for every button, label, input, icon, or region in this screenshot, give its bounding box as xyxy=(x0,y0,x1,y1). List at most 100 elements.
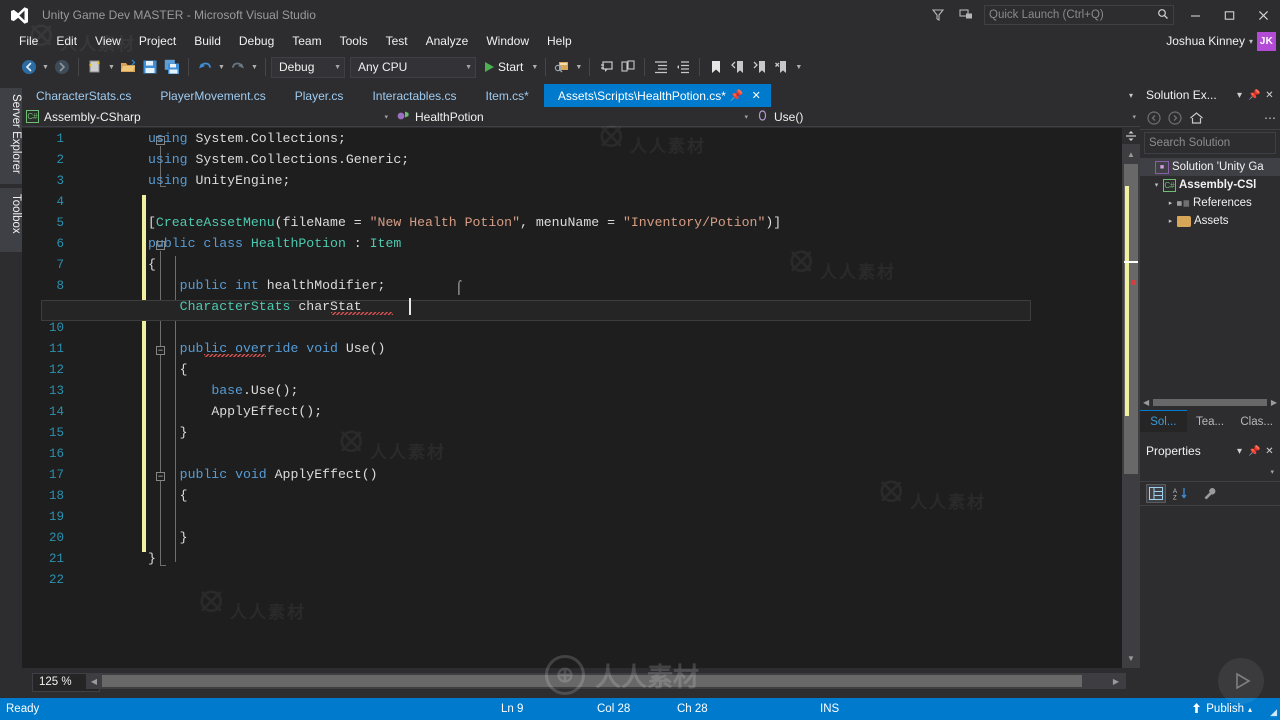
next-bookmark-icon[interactable] xyxy=(749,55,771,79)
increase-indent-icon[interactable] xyxy=(650,55,672,79)
menu-item-analyze[interactable]: Analyze xyxy=(417,32,478,50)
redo-icon[interactable] xyxy=(227,55,249,79)
menu-item-edit[interactable]: Edit xyxy=(47,32,86,50)
scroll-right-arrow[interactable]: ▶ xyxy=(1271,398,1277,407)
tab-playermovement[interactable]: PlayerMovement.cs xyxy=(146,84,281,107)
undo-caret[interactable]: ▼ xyxy=(216,55,227,79)
close-tab-icon[interactable]: ✕ xyxy=(748,89,765,102)
editor-horizontal-scrollbar[interactable]: ◀ ▶ xyxy=(86,673,1126,689)
back-icon[interactable] xyxy=(1144,108,1164,128)
toolbar-overflow-icon[interactable]: ▼ xyxy=(793,55,804,79)
minimize-icon[interactable] xyxy=(1178,0,1212,30)
start-caret[interactable]: ▼ xyxy=(529,55,540,79)
chevron-down-icon[interactable]: ▾ xyxy=(1124,113,1136,121)
uncomment-selection-icon[interactable] xyxy=(617,55,639,79)
toggle-bookmark-icon[interactable] xyxy=(705,55,727,79)
breadcrumb-project[interactable]: C# Assembly-CSharp ▾ xyxy=(22,107,392,127)
comment-selection-icon[interactable] xyxy=(595,55,617,79)
alphabetical-sort-icon[interactable]: AZ xyxy=(1170,484,1190,503)
solution-tree[interactable]: ■ Solution 'Unity Ga ▾ C# Assembly-CSl ▸… xyxy=(1140,156,1280,230)
new-project-icon[interactable] xyxy=(84,55,106,79)
redo-caret[interactable]: ▼ xyxy=(249,55,260,79)
menu-item-window[interactable]: Window xyxy=(477,32,538,50)
menu-item-project[interactable]: Project xyxy=(130,32,185,50)
sidebar-tab-toolbox[interactable]: Toolbox xyxy=(0,188,22,252)
notifications-icon[interactable] xyxy=(952,0,980,30)
breadcrumb-type[interactable]: HealthPotion ▾ xyxy=(392,107,752,127)
menu-item-help[interactable]: Help xyxy=(538,32,581,50)
chevron-down-icon[interactable]: ▾ xyxy=(1232,86,1247,104)
menu-item-tools[interactable]: Tools xyxy=(331,32,377,50)
tree-item-project[interactable]: ▾ C# Assembly-CSl xyxy=(1140,176,1280,194)
code-text-area[interactable]: using System.Collections; using System.C… xyxy=(148,128,1140,668)
tree-expander[interactable]: ▸ xyxy=(1164,199,1177,207)
save-all-icon[interactable] xyxy=(161,55,183,79)
categorized-view-icon[interactable] xyxy=(1146,484,1166,503)
menu-item-test[interactable]: Test xyxy=(377,32,417,50)
tree-item-references[interactable]: ▸ References xyxy=(1140,194,1280,212)
save-icon[interactable] xyxy=(139,55,161,79)
decrease-indent-icon[interactable] xyxy=(672,55,694,79)
scroll-up-arrow[interactable]: ▲ xyxy=(1122,146,1140,162)
scroll-right-arrow[interactable]: ▶ xyxy=(1108,673,1124,689)
tree-expander[interactable]: ▾ xyxy=(1150,181,1163,189)
panel-tab-class-view[interactable]: Clas... xyxy=(1233,410,1280,432)
panel-tab-scroll-thumb[interactable] xyxy=(1153,398,1267,406)
close-icon[interactable] xyxy=(1246,0,1280,30)
solution-search-box[interactable]: ▼ xyxy=(1144,132,1280,154)
pin-icon[interactable]: 📌 xyxy=(1247,442,1262,460)
chevron-down-icon[interactable]: ▾ xyxy=(1270,468,1274,476)
menu-item-build[interactable]: Build xyxy=(185,32,230,50)
solution-configuration-dropdown[interactable]: Debug ▼ xyxy=(271,56,345,78)
tab-healthpotion[interactable]: Assets\Scripts\HealthPotion.cs* 📌 ✕ xyxy=(543,84,772,107)
resize-grip[interactable]: ◢ xyxy=(1270,707,1277,718)
navigate-back-caret[interactable]: ▼ xyxy=(40,55,51,79)
search-input[interactable] xyxy=(1149,137,1280,149)
tree-item-assets[interactable]: ▸ Assets xyxy=(1140,212,1280,230)
tab-player[interactable]: Player.cs xyxy=(281,84,359,107)
menu-item-debug[interactable]: Debug xyxy=(230,32,283,50)
start-debug-button[interactable]: Start xyxy=(481,55,529,79)
panel-tab-team-explorer[interactable]: Tea... xyxy=(1186,410,1234,432)
forward-icon[interactable] xyxy=(1165,108,1185,128)
sidebar-tab-server-explorer[interactable]: Server Explorer xyxy=(0,88,22,184)
outlining-margin[interactable]: − − − − xyxy=(72,128,166,668)
pin-icon[interactable]: 📌 xyxy=(726,89,748,102)
solution-platform-dropdown[interactable]: Any CPU ▼ xyxy=(350,56,476,78)
editor-vertical-scrollbar[interactable]: ▲ ▼ xyxy=(1122,128,1140,668)
scroll-left-arrow[interactable]: ◀ xyxy=(1143,398,1149,407)
account-area[interactable]: Joshua Kinney ▾ JK xyxy=(1166,30,1276,52)
tab-characterstats[interactable]: CharacterStats.cs xyxy=(22,84,147,107)
attach-to-process-icon[interactable] xyxy=(551,55,573,79)
chevron-down-icon[interactable]: ▼ xyxy=(328,64,341,71)
maximize-icon[interactable] xyxy=(1212,0,1246,30)
undo-icon[interactable] xyxy=(194,55,216,79)
overflow-icon[interactable]: ⋯ xyxy=(1260,108,1280,128)
breadcrumb-member[interactable]: Use() ▾ xyxy=(752,107,1140,127)
properties-object-dropdown[interactable]: ▾ xyxy=(1140,462,1280,482)
code-editor[interactable]: 1 2 3 4 5 6 7 8 9 10 11 12 13 14 15 16 1… xyxy=(22,128,1140,668)
tree-expander[interactable]: ▸ xyxy=(1164,217,1177,225)
quick-launch-input[interactable] xyxy=(989,9,1157,21)
chevron-down-icon[interactable]: ▾ xyxy=(1232,442,1247,460)
navigate-forward-icon[interactable] xyxy=(51,55,73,79)
close-icon[interactable]: ✕ xyxy=(1262,442,1277,460)
hscrollbar-thumb[interactable] xyxy=(102,675,1082,687)
home-icon[interactable] xyxy=(1186,108,1206,128)
split-view-handle[interactable] xyxy=(1122,128,1140,144)
menu-item-view[interactable]: View xyxy=(86,32,130,50)
menu-item-team[interactable]: Team xyxy=(283,32,330,50)
chevron-down-icon[interactable]: ▾ xyxy=(1249,37,1253,46)
menu-item-file[interactable]: File xyxy=(10,32,47,50)
publish-caret[interactable]: ▴ xyxy=(1248,705,1252,714)
previous-bookmark-icon[interactable] xyxy=(727,55,749,79)
feedback-funnel-icon[interactable] xyxy=(924,0,952,30)
tab-interactables[interactable]: Interactables.cs xyxy=(358,84,472,107)
property-pages-icon[interactable] xyxy=(1200,484,1220,503)
close-icon[interactable]: ✕ xyxy=(1262,86,1277,104)
new-project-caret[interactable]: ▼ xyxy=(106,55,117,79)
tab-overflow-icon[interactable]: ▾ xyxy=(1122,84,1140,107)
navigate-back-icon[interactable] xyxy=(18,55,40,79)
chevron-down-icon[interactable]: ▼ xyxy=(459,64,472,71)
panel-tab-solution-explorer[interactable]: Sol... xyxy=(1140,410,1187,432)
